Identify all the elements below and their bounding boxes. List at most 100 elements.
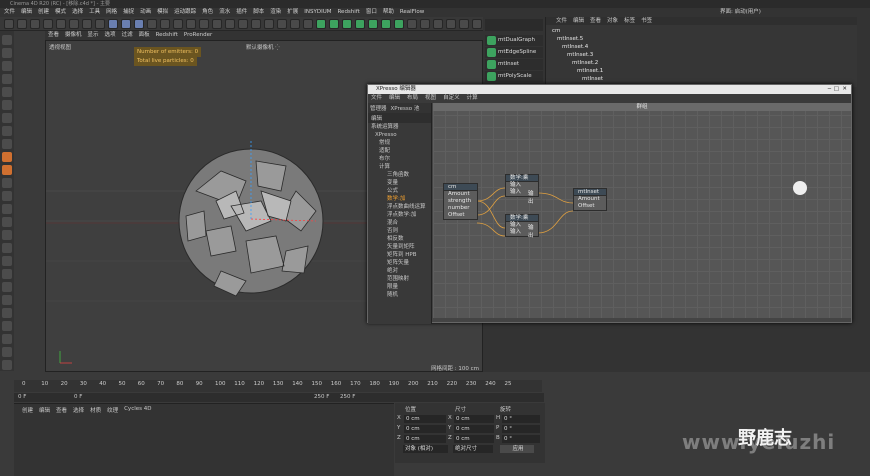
left-tool-icon[interactable] [2, 347, 12, 357]
toolbar-button-icon[interactable] [251, 19, 261, 29]
left-tool-icon[interactable] [2, 269, 12, 279]
size-mode-select[interactable]: 绝对尺寸 [453, 445, 493, 453]
viewport-menu-item[interactable]: ProRender [184, 31, 212, 40]
toolbar-button-icon[interactable] [277, 19, 287, 29]
toolbar-button-icon[interactable] [43, 19, 53, 29]
menu-item[interactable]: 网格 [106, 8, 117, 17]
viewport-menu-item[interactable]: 选项 [105, 31, 116, 40]
toolbar-button-icon[interactable] [446, 19, 456, 29]
toolbar-button-icon[interactable] [303, 19, 313, 29]
pool-item[interactable]: XPresso [371, 131, 431, 139]
pool-item[interactable]: 浮点数学:加 [371, 211, 431, 219]
toolbar-button-icon[interactable] [173, 19, 183, 29]
viewport-menu-item[interactable]: 显示 [88, 31, 99, 40]
node-math-1[interactable]: 数学:乘 输入 输入 输出 [505, 174, 539, 205]
pool-item[interactable]: 公式 [371, 187, 431, 195]
left-tool-icon[interactable] [2, 126, 12, 136]
port[interactable]: Amount [444, 191, 477, 198]
menu-item[interactable]: 编辑 [21, 8, 32, 17]
start-frame[interactable]: 0 F [74, 394, 82, 400]
pool-item[interactable]: 系统运算器 [371, 123, 431, 131]
node-cm[interactable]: cm Amount strength number Offset [443, 183, 478, 220]
toolbar-button-icon[interactable] [30, 19, 40, 29]
object-item[interactable]: mtInset.4 [546, 43, 603, 51]
toolbar-button-icon[interactable] [147, 19, 157, 29]
pool-item[interactable]: 三角函数 [371, 171, 431, 179]
port[interactable]: number [444, 205, 477, 212]
menu-item[interactable]: 流水 [219, 8, 230, 17]
size-field[interactable]: 0 cm [454, 435, 494, 443]
pool-item[interactable]: 矩阵到 HPB [371, 251, 431, 259]
menu-item[interactable]: 帮助 [383, 8, 394, 17]
pool-item[interactable]: 计算 [371, 163, 431, 171]
size-field[interactable]: 0 cm [454, 415, 494, 423]
left-tool-icon[interactable] [2, 295, 12, 305]
menu-item[interactable]: 文件 [4, 8, 15, 17]
port-out[interactable]: 输出 [528, 223, 538, 239]
menu-item[interactable]: 创建 [38, 8, 49, 17]
node-mtinset[interactable]: mtInset Amount Offset [573, 188, 607, 211]
left-tool-icon[interactable] [2, 139, 12, 149]
toolbar-button-icon[interactable] [56, 19, 66, 29]
viewport-menu-item[interactable]: 查看 [48, 31, 59, 40]
menu-item[interactable]: INSYDIUM [304, 8, 331, 17]
toolbar-button-icon[interactable] [420, 19, 430, 29]
pool-item[interactable]: 浮点数曲线运算 [371, 203, 431, 211]
menu-item[interactable]: 插件 [236, 8, 247, 17]
tab-manager[interactable]: 管理器 [370, 104, 387, 112]
end-frame-2[interactable]: 250 F [340, 394, 355, 400]
xpresso-menu-item[interactable]: 计算 [467, 94, 478, 103]
pool-item[interactable]: 随机 [371, 291, 431, 299]
pool-item[interactable]: 绝对 [371, 267, 431, 275]
node-button-mtdualgraph[interactable]: mtDualGraph [485, 35, 543, 46]
material-menu-item[interactable]: Cycles 4D [124, 406, 151, 414]
left-tool-icon[interactable] [2, 74, 12, 84]
tab-xpresso-pool[interactable]: XPresso 池 [391, 104, 420, 112]
menu-item[interactable]: 模拟 [157, 8, 168, 17]
node-math-2[interactable]: 数学:乘 输入 输入 输出 [505, 214, 539, 239]
port-out[interactable]: 输出 [528, 189, 538, 205]
menu-item[interactable]: 工具 [89, 8, 100, 17]
left-tool-icon[interactable] [2, 282, 12, 292]
material-menu-item[interactable]: 创建 [22, 406, 33, 414]
left-tool-icon[interactable] [2, 321, 12, 331]
left-tool-icon[interactable] [2, 61, 12, 71]
left-tool-icon[interactable] [2, 113, 12, 123]
left-tool-icon[interactable] [2, 256, 12, 266]
left-tool-icon[interactable] [2, 204, 12, 214]
port[interactable]: Offset [444, 212, 477, 219]
toolbar-button-icon[interactable] [368, 19, 378, 29]
minimize-icon[interactable]: ─ [828, 85, 831, 94]
object-item[interactable]: mtInset.2 [546, 59, 603, 67]
node-button-mtedgespline[interactable]: mtEdgeSpline [485, 47, 543, 58]
maximize-icon[interactable]: □ [834, 85, 839, 94]
toolbar-button-icon[interactable] [355, 19, 365, 29]
toolbar-button-icon[interactable] [264, 19, 274, 29]
object-item[interactable]: mtInset.3 [546, 51, 603, 59]
pool-item[interactable]: 矩阵矢量 [371, 259, 431, 267]
object-item[interactable]: mtInset [546, 75, 603, 83]
toolbar-button-icon[interactable] [433, 19, 443, 29]
toolbar-button-icon[interactable] [290, 19, 300, 29]
viewport-menu-item[interactable]: 摄像机 [65, 31, 82, 40]
viewport-menu-item[interactable]: 面板 [139, 31, 150, 40]
object-menu-item[interactable]: 编辑 [573, 17, 584, 25]
toolbar-button-icon[interactable] [121, 19, 131, 29]
material-menu-item[interactable]: 纹理 [107, 406, 118, 414]
material-menu-item[interactable]: 选择 [73, 406, 84, 414]
node-button-mtpolyscale[interactable]: mtPolyScale [485, 71, 543, 82]
left-tool-icon[interactable] [2, 48, 12, 58]
left-tool-icon[interactable] [2, 35, 12, 45]
timeline[interactable]: 0 10 20 30 40 50 60 70 80 90 100 110 120 130 140 150 160… [14, 380, 542, 392]
pool-item[interactable]: 适配 [371, 147, 431, 155]
menu-item[interactable]: 角色 [202, 8, 213, 17]
left-tool-icon[interactable] [2, 217, 12, 227]
fractured-sphere[interactable] [178, 141, 324, 297]
menu-item[interactable]: RealFlow [400, 8, 424, 17]
menu-item[interactable]: 运动跟踪 [174, 8, 196, 17]
toolbar-button-icon[interactable] [238, 19, 248, 29]
close-icon[interactable]: ✕ [842, 85, 847, 94]
xpresso-menu-item[interactable]: 文件 [371, 94, 382, 103]
pool-item[interactable]: 布尔 [371, 155, 431, 163]
toolbar-button-icon[interactable] [342, 19, 352, 29]
